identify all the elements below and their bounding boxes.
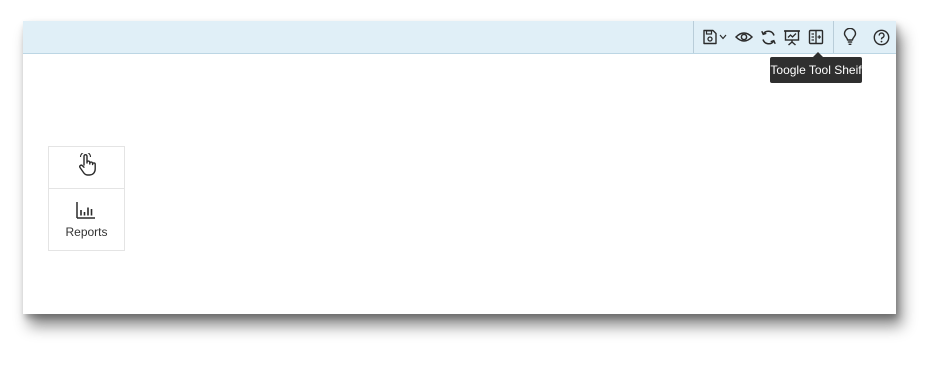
refresh-button[interactable] xyxy=(757,26,779,48)
hint-button[interactable] xyxy=(839,26,861,48)
eye-icon xyxy=(735,30,753,44)
bar-chart-icon xyxy=(76,201,96,224)
save-icon xyxy=(702,29,718,45)
preview-button[interactable] xyxy=(733,26,755,48)
toolbar-divider xyxy=(693,21,694,53)
app-window: Toogle Tool Sheif Reports xyxy=(23,21,896,314)
hand-pointer-icon xyxy=(77,151,97,182)
top-toolbar xyxy=(23,21,896,54)
refresh-icon xyxy=(760,29,777,46)
select-tool-button[interactable] xyxy=(49,147,124,189)
reports-label: Reports xyxy=(65,225,108,239)
report-widget-card: Reports xyxy=(48,146,125,251)
presentation-button[interactable] xyxy=(781,26,803,48)
presentation-icon xyxy=(783,29,801,46)
help-circle-icon xyxy=(873,29,890,46)
toggle-tool-shelf-button[interactable] xyxy=(805,26,827,48)
tooltip: Toogle Tool Sheif xyxy=(770,52,862,83)
chevron-down-icon xyxy=(719,34,727,40)
save-dropdown-button[interactable] xyxy=(700,26,728,48)
toolbar-divider xyxy=(833,21,834,53)
reports-button[interactable]: Reports xyxy=(49,189,124,250)
help-button[interactable] xyxy=(870,26,892,48)
tool-shelf-icon xyxy=(808,29,824,45)
lightbulb-icon xyxy=(843,28,857,46)
screenshot-stage: Toogle Tool Sheif Reports xyxy=(0,0,950,366)
